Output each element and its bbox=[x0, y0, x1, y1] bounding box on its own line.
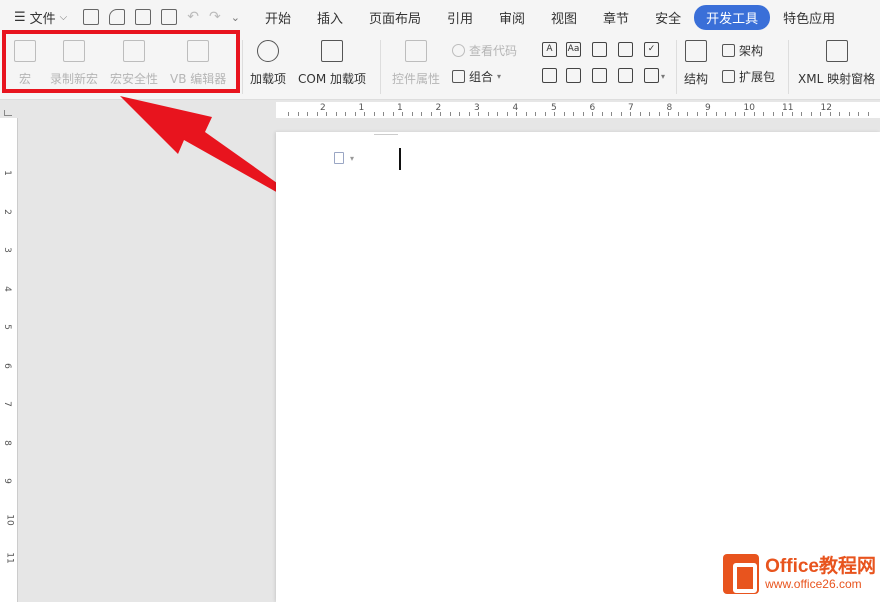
ruler-tick bbox=[715, 112, 717, 116]
ruler-tick bbox=[763, 112, 764, 116]
ruler-number: 4 bbox=[512, 103, 519, 113]
ruler-number: 3 bbox=[1, 247, 12, 253]
ruler-tick bbox=[288, 112, 289, 116]
ruler-number: 1 bbox=[397, 103, 403, 113]
ruler-tick bbox=[611, 112, 612, 116]
ruler-number: 10 bbox=[743, 103, 755, 113]
ruler-number: 5 bbox=[551, 103, 557, 113]
ruler-number: 8 bbox=[1, 439, 12, 446]
ruler-tick bbox=[468, 112, 470, 116]
ruler-tick bbox=[525, 112, 527, 116]
office-logo-icon bbox=[723, 554, 760, 594]
ruler-tick bbox=[411, 112, 413, 116]
ruler-tick bbox=[430, 112, 432, 116]
ruler-tick bbox=[620, 112, 622, 116]
ruler-tick bbox=[658, 112, 660, 116]
ruler-tick bbox=[801, 112, 802, 116]
ruler-tick bbox=[421, 112, 422, 116]
ruler-tick bbox=[677, 112, 679, 116]
ruler-tick bbox=[810, 112, 812, 116]
ruler-number: 10 bbox=[4, 513, 15, 526]
ruler-tick bbox=[573, 112, 574, 116]
ruler-number: 9 bbox=[705, 103, 711, 113]
watermark-title: Office教程网 bbox=[765, 555, 876, 577]
text-cursor bbox=[399, 148, 401, 170]
ruler-tick bbox=[582, 112, 584, 116]
ruler-tick bbox=[772, 112, 774, 116]
ruler-number: 11 bbox=[4, 552, 15, 564]
vertical-ruler[interactable]: 1 2 3 4 5 6 7 8 9 10 11 bbox=[0, 118, 18, 602]
ruler-tick bbox=[487, 112, 489, 116]
ruler-tick bbox=[839, 112, 840, 116]
horizontal-ruler[interactable]: 2 1 1 2 3 4 5 6 7 8 9 10 11 12 bbox=[276, 102, 880, 118]
ruler-number: 1 bbox=[1, 170, 12, 176]
ruler-tick bbox=[687, 112, 688, 116]
ruler-number: 5 bbox=[1, 324, 12, 330]
ruler-tick bbox=[459, 112, 460, 116]
ruler-tick bbox=[345, 112, 346, 116]
ruler-tick bbox=[535, 112, 536, 116]
watermark: Office教程网 www.office26.com bbox=[723, 554, 876, 594]
ruler-number: 12 bbox=[820, 103, 832, 113]
ruler-tick bbox=[696, 112, 698, 116]
ruler-tick bbox=[316, 112, 318, 116]
chevron-down-icon[interactable]: ▾ bbox=[350, 154, 354, 163]
ruler-tick bbox=[563, 112, 565, 116]
ruler-tick bbox=[848, 112, 850, 116]
ruler-tick bbox=[449, 112, 451, 116]
ruler-number: 2 bbox=[320, 103, 326, 113]
ruler-number: 7 bbox=[1, 401, 12, 407]
ruler-number: 7 bbox=[628, 103, 634, 113]
ruler-number: 6 bbox=[1, 362, 12, 369]
ruler-tick bbox=[867, 112, 869, 116]
paste-options-icon[interactable] bbox=[334, 152, 344, 164]
ruler-number: 1 bbox=[358, 103, 365, 113]
document-page[interactable]: ▾ bbox=[276, 132, 880, 602]
ruler-number: 9 bbox=[1, 478, 12, 484]
ruler-tick bbox=[506, 112, 508, 116]
watermark-url: www.office26.com bbox=[765, 576, 862, 591]
ruler-tick bbox=[858, 112, 859, 116]
ruler-tick bbox=[639, 112, 641, 116]
ruler-tick bbox=[354, 112, 356, 116]
ruler-tick bbox=[392, 112, 394, 116]
ruler-tick bbox=[497, 112, 498, 116]
ruler-tick bbox=[297, 112, 299, 116]
ruler-number: 3 bbox=[474, 103, 480, 113]
ruler-tick bbox=[544, 112, 546, 116]
margin-marker bbox=[374, 134, 398, 135]
ruler-number: 2 bbox=[1, 208, 12, 215]
ruler-tick bbox=[335, 112, 337, 116]
ruler-tick bbox=[601, 112, 603, 116]
ruler-tick bbox=[649, 112, 650, 116]
ruler-tick bbox=[734, 112, 736, 116]
tab-selector-icon[interactable] bbox=[4, 110, 12, 116]
ruler-number: 6 bbox=[589, 103, 596, 113]
ruler-number: 4 bbox=[1, 285, 12, 292]
ruler-tick bbox=[383, 112, 384, 116]
ruler-number: 8 bbox=[666, 103, 673, 113]
ruler-tick bbox=[725, 112, 726, 116]
ruler-tick bbox=[307, 112, 308, 116]
ruler-number: 11 bbox=[782, 103, 794, 113]
ruler-number: 2 bbox=[435, 103, 442, 113]
ruler-tick bbox=[326, 112, 327, 116]
ruler-tick bbox=[373, 112, 375, 116]
